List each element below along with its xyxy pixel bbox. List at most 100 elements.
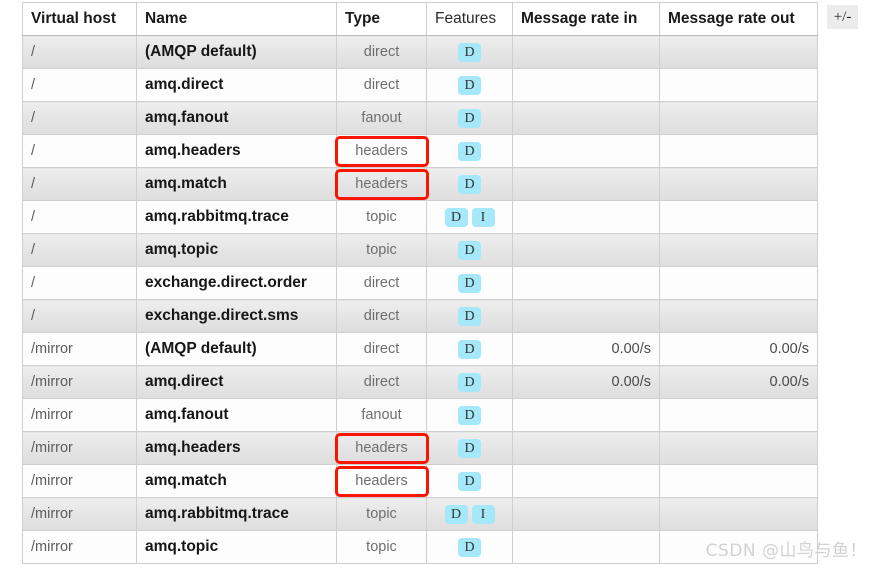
cell-message-rate-out: [659, 398, 818, 432]
cell-message-rate-out: [659, 299, 818, 333]
cell-message-rate-out: 0.00/s: [659, 365, 818, 399]
cell-exchange-name[interactable]: (AMQP default): [136, 35, 337, 69]
cell-features: D: [426, 398, 513, 432]
cell-features: D: [426, 35, 513, 69]
cell-exchange-name[interactable]: amq.rabbitmq.trace: [136, 200, 337, 234]
cell-virtual-host: /: [22, 200, 137, 234]
cell-exchange-name[interactable]: amq.fanout: [136, 101, 337, 135]
table-header-row: Virtual host Name Type Features Message …: [22, 2, 818, 36]
cell-features: DI: [426, 200, 513, 234]
column-header-features: Features: [426, 2, 513, 36]
cell-message-rate-in: [512, 266, 660, 300]
cell-exchange-name[interactable]: amq.direct: [136, 68, 337, 102]
cell-message-rate-in: [512, 167, 660, 201]
cell-message-rate-in: [512, 233, 660, 267]
feature-badge-i: I: [471, 207, 495, 227]
cell-virtual-host: /mirror: [22, 332, 137, 366]
cell-virtual-host: /: [22, 266, 137, 300]
table-row[interactable]: /mirror amq.fanout fanout D: [22, 398, 818, 432]
cell-virtual-host: /mirror: [22, 398, 137, 432]
cell-type: fanout: [336, 101, 427, 135]
cell-virtual-host: /mirror: [22, 365, 137, 399]
cell-exchange-name[interactable]: amq.rabbitmq.trace: [136, 497, 337, 531]
cell-exchange-name[interactable]: amq.direct: [136, 365, 337, 399]
cell-message-rate-in: 0.00/s: [512, 365, 660, 399]
column-header-name[interactable]: Name: [136, 2, 337, 36]
cell-message-rate-out: [659, 134, 818, 168]
cell-exchange-name[interactable]: amq.headers: [136, 431, 337, 465]
table-row[interactable]: / amq.match headers D: [22, 167, 818, 201]
column-header-message-rate-out[interactable]: Message rate out: [659, 2, 818, 36]
feature-badge-i: I: [471, 504, 495, 524]
cell-virtual-host: /mirror: [22, 497, 137, 531]
cell-message-rate-out: [659, 101, 818, 135]
table-row[interactable]: /mirror amq.direct direct D 0.00/s 0.00/s: [22, 365, 818, 399]
cell-type: direct: [336, 332, 427, 366]
cell-type: direct: [336, 266, 427, 300]
feature-badge-d: D: [458, 537, 481, 557]
cell-exchange-name[interactable]: amq.headers: [136, 134, 337, 168]
feature-badge-d: D: [458, 108, 481, 128]
cell-message-rate-in: [512, 200, 660, 234]
toggle-columns-button[interactable]: +/-: [827, 5, 858, 29]
table-row[interactable]: /mirror amq.match headers D: [22, 464, 818, 498]
cell-message-rate-out: [659, 68, 818, 102]
cell-exchange-name[interactable]: amq.match: [136, 464, 337, 498]
table-body: / (AMQP default) direct D / amq.direct direct D…: [22, 35, 818, 564]
cell-virtual-host: /: [22, 167, 137, 201]
column-header-message-rate-in[interactable]: Message rate in: [512, 2, 660, 36]
cell-features: D: [426, 134, 513, 168]
cell-message-rate-out: 0.00/s: [659, 332, 818, 366]
exchanges-table-container: Virtual host Name Type Features Message …: [22, 2, 818, 564]
cell-exchange-name[interactable]: exchange.direct.sms: [136, 299, 337, 333]
cell-exchange-name[interactable]: amq.match: [136, 167, 337, 201]
cell-message-rate-out: [659, 35, 818, 69]
cell-virtual-host: /: [22, 35, 137, 69]
cell-message-rate-in: 0.00/s: [512, 332, 660, 366]
cell-message-rate-in: [512, 299, 660, 333]
cell-features: D: [426, 266, 513, 300]
cell-type: direct: [336, 299, 427, 333]
feature-badge-d: D: [458, 372, 481, 392]
table-row[interactable]: /mirror amq.headers headers D: [22, 431, 818, 465]
cell-exchange-name[interactable]: amq.fanout: [136, 398, 337, 432]
cell-virtual-host: /mirror: [22, 464, 137, 498]
column-header-type[interactable]: Type: [336, 2, 427, 36]
table-row[interactable]: / amq.direct direct D: [22, 68, 818, 102]
cell-message-rate-out: [659, 266, 818, 300]
cell-exchange-name[interactable]: exchange.direct.order: [136, 266, 337, 300]
table-row[interactable]: / amq.fanout fanout D: [22, 101, 818, 135]
table-row[interactable]: / amq.headers headers D: [22, 134, 818, 168]
cell-features: D: [426, 167, 513, 201]
table-row[interactable]: /mirror amq.topic topic D: [22, 530, 818, 564]
cell-type: headers: [336, 464, 427, 498]
table-row[interactable]: / exchange.direct.sms direct D: [22, 299, 818, 333]
cell-features: D: [426, 101, 513, 135]
watermark: CSDN @山鸟与鱼！: [705, 541, 867, 561]
exchanges-table: Virtual host Name Type Features Message …: [22, 2, 818, 564]
feature-badge-d: D: [458, 75, 481, 95]
cell-features: D: [426, 365, 513, 399]
table-row[interactable]: / exchange.direct.order direct D: [22, 266, 818, 300]
table-row[interactable]: /mirror (AMQP default) direct D 0.00/s 0.00/s: [22, 332, 818, 366]
table-row[interactable]: / amq.rabbitmq.trace topic D I: [22, 200, 818, 234]
table-header: Virtual host Name Type Features Message …: [22, 2, 818, 36]
cell-message-rate-in: [512, 497, 660, 531]
column-header-virtual-host[interactable]: Virtual host: [22, 2, 137, 36]
cell-virtual-host: /: [22, 101, 137, 135]
cell-message-rate-out: [659, 167, 818, 201]
cell-message-rate-in: [512, 530, 660, 564]
cell-exchange-name[interactable]: (AMQP default): [136, 332, 337, 366]
cell-type: direct: [336, 365, 427, 399]
table-row[interactable]: /mirror amq.rabbitmq.trace topic D I: [22, 497, 818, 531]
feature-badge-d: D: [458, 42, 481, 62]
cell-exchange-name[interactable]: amq.topic: [136, 233, 337, 267]
cell-type: topic: [336, 497, 427, 531]
cell-features: D: [426, 332, 513, 366]
cell-virtual-host: /mirror: [22, 530, 137, 564]
table-row[interactable]: / (AMQP default) direct D: [22, 35, 818, 69]
cell-exchange-name[interactable]: amq.topic: [136, 530, 337, 564]
cell-message-rate-in: [512, 35, 660, 69]
table-row[interactable]: / amq.topic topic D: [22, 233, 818, 267]
cell-type: direct: [336, 68, 427, 102]
